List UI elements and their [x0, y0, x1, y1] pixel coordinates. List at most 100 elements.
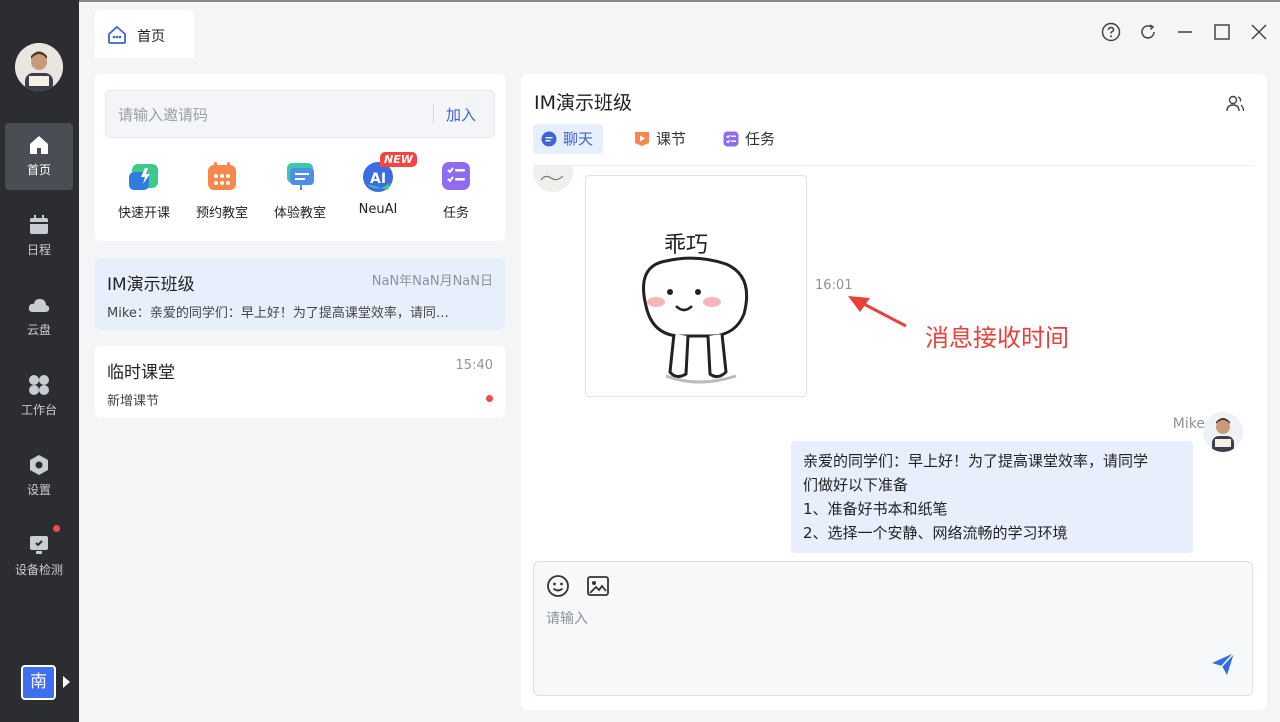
neuai-icon: AI NEW — [362, 152, 417, 192]
send-icon — [1212, 652, 1235, 675]
tab-task[interactable]: 任务 — [715, 124, 785, 154]
sticker-image: 乖巧 — [642, 233, 749, 384]
quick-action-neuai[interactable]: AI NEW NeuAI — [340, 152, 417, 217]
trial-classroom-icon — [284, 160, 316, 192]
tab-home-label: 首页 — [137, 29, 165, 45]
text-message-bubble[interactable]: 亲爱的同学们：早上好！为了提高课堂效率，请同学 们做好以下准备 1、准备好书本和… — [791, 441, 1193, 553]
minimize-icon — [1178, 31, 1192, 33]
image-button[interactable] — [586, 574, 610, 598]
chat-title: IM演示班级 — [534, 92, 632, 114]
settings-icon — [30, 455, 48, 475]
nav-schedule[interactable]: 日程 — [5, 203, 73, 270]
peer-avatar[interactable] — [533, 166, 573, 192]
conversation-time: NaN年NaN月NaN日 — [371, 274, 493, 289]
conversation-title: IM演示班级 — [107, 275, 195, 295]
nav-schedule-label: 日程 — [26, 243, 51, 257]
chat-panel: IM演示班级 聊天 课节 任务 乖巧 16:01 Mike 亲爱的同学们：早上好… — [521, 74, 1267, 710]
emoji-icon — [547, 575, 569, 597]
sender-avatar[interactable] — [1203, 412, 1243, 452]
svg-text:AI: AI — [370, 171, 386, 187]
home-icon — [30, 136, 48, 154]
language-switch[interactable]: 南 — [21, 665, 56, 700]
minimize-button[interactable] — [1175, 22, 1195, 42]
cloud-icon — [28, 298, 50, 312]
invite-divider — [433, 104, 434, 124]
task-label: 任务 — [442, 206, 469, 221]
device-check-notification-dot — [53, 525, 60, 532]
quick-class-label: 快速开课 — [117, 206, 170, 221]
nav-cloud-label: 云盘 — [26, 323, 51, 337]
tab-chat[interactable]: 聊天 — [533, 124, 604, 154]
send-button[interactable] — [1210, 651, 1236, 677]
members-button[interactable] — [1225, 94, 1245, 114]
close-button[interactable] — [1249, 22, 1269, 42]
sender-name: Mike — [1172, 416, 1205, 432]
invite-card: 加入 快速开课 预约教室 体验教室 AI NEW NeuAI — [95, 74, 505, 241]
maximize-button[interactable] — [1212, 22, 1232, 42]
message-line: 们做好以下准备 — [803, 476, 909, 494]
invite-code-input[interactable] — [118, 103, 418, 127]
chat-icon — [541, 131, 557, 147]
message-input[interactable] — [546, 608, 1186, 678]
message-list[interactable]: 乖巧 16:01 Mike 亲爱的同学们：早上好！为了提高课堂效率，请同学 们做… — [521, 166, 1267, 556]
tab-lesson[interactable]: 课节 — [626, 124, 696, 154]
top-bar: 首页 — [79, 0, 1280, 64]
maximize-icon — [1214, 24, 1230, 40]
conversation-time: 15:40 — [455, 358, 493, 373]
quick-action-reserve-classroom[interactable]: 预约教室 — [184, 160, 260, 221]
device-check-icon — [30, 536, 48, 554]
annotation-arrow — [848, 296, 907, 328]
quick-action-quick-class[interactable]: 快速开课 — [106, 160, 182, 221]
annotation-label: 消息接收时间 — [925, 324, 1069, 352]
task-icon — [723, 131, 739, 147]
conversation-item-temp-class[interactable]: 临时课堂 15:40 新增课节 — [95, 346, 505, 418]
quick-action-trial-classroom[interactable]: 体验教室 — [262, 160, 338, 221]
nav-workbench-label: 工作台 — [20, 403, 57, 417]
close-icon — [1251, 24, 1267, 40]
expand-arrow-icon[interactable] — [63, 676, 70, 688]
calendar-icon — [30, 215, 48, 234]
nav-device-check[interactable]: 设备检测 — [5, 523, 73, 590]
message-line: 2、选择一个安静、网络流畅的学习环境 — [803, 524, 1068, 542]
conversation-title: 临时课堂 — [107, 363, 175, 383]
nav-home[interactable]: 首页 — [5, 123, 73, 190]
conversation-preview: 新增课节 — [107, 394, 160, 409]
help-icon — [1101, 22, 1121, 42]
reserve-classroom-icon — [206, 160, 238, 192]
nav-settings-label: 设置 — [26, 483, 51, 497]
unread-dot — [486, 395, 493, 402]
message-composer — [533, 561, 1253, 696]
nav-home-label: 首页 — [26, 163, 51, 177]
conversation-preview: Mike：亲爱的同学们：早上好！为了提高课堂效率，请同… — [107, 306, 449, 321]
image-icon — [587, 576, 609, 596]
quick-action-task[interactable]: 任务 — [418, 160, 494, 221]
join-button[interactable]: 加入 — [446, 104, 476, 125]
conversation-item-im-demo[interactable]: IM演示班级 NaN年NaN月NaN日 Mike：亲爱的同学们：早上好！为了提高… — [95, 258, 505, 330]
new-badge: NEW — [380, 152, 417, 167]
refresh-button[interactable] — [1138, 22, 1158, 42]
lesson-icon — [635, 132, 649, 146]
sticker-message[interactable]: 乖巧 — [585, 175, 807, 397]
refresh-icon — [1141, 24, 1155, 39]
quick-class-icon — [128, 160, 160, 192]
workbench-icon — [29, 375, 49, 395]
invite-code-box: 加入 — [105, 90, 495, 138]
tab-lesson-label: 课节 — [656, 130, 687, 148]
emoji-button[interactable] — [546, 574, 570, 598]
reserve-classroom-label: 预约教室 — [195, 206, 248, 221]
tab-home[interactable]: 首页 — [95, 10, 194, 58]
help-button[interactable] — [1101, 22, 1121, 42]
message-line: 亲爱的同学们：早上好！为了提高课堂效率，请同学 — [803, 452, 1149, 470]
message-line: 1、准备好书本和纸笔 — [803, 500, 948, 518]
task-icon — [440, 160, 472, 192]
nav-cloud[interactable]: 云盘 — [5, 283, 73, 350]
members-icon — [1226, 95, 1245, 112]
trial-classroom-label: 体验教室 — [273, 206, 326, 221]
nav-settings[interactable]: 设置 — [5, 443, 73, 510]
nav-device-check-label: 设备检测 — [14, 563, 63, 577]
nav-workbench[interactable]: 工作台 — [5, 363, 73, 430]
sticker-text: 乖巧 — [664, 233, 708, 258]
home-tab-icon — [108, 25, 126, 44]
user-avatar[interactable] — [15, 43, 63, 91]
neuai-label: NeuAI — [358, 202, 398, 217]
